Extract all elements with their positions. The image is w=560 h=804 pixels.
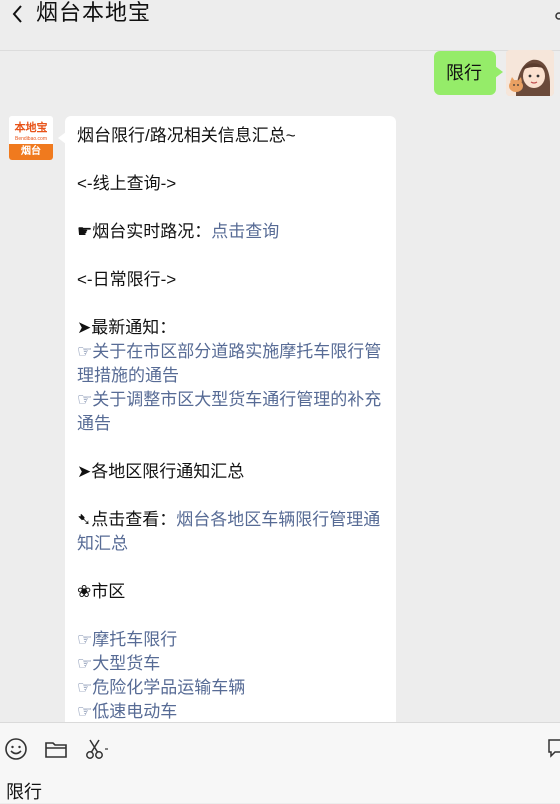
view-regions-line: ➷点击查看：烟台各地区车辆限行管理通知汇总 (77, 508, 389, 556)
view-regions-label: ➷点击查看： (77, 510, 177, 529)
realtime-traffic-link[interactable]: 点击查询 (211, 222, 279, 241)
chat-icon[interactable] (546, 736, 560, 762)
realtime-traffic-line: ☛烟台实时路况：点击查询 (77, 220, 389, 244)
emoji-icon[interactable] (3, 736, 29, 762)
chevron-left-icon[interactable] (8, 2, 28, 26)
item-link-low-speed-ev[interactable]: ☞低速电动车 (77, 700, 389, 724)
incoming-message-bubble: 烟台限行/路况相关信息汇总~ <-线上查询-> ☛烟台实时路况：点击查询 <-日… (58, 116, 396, 756)
item-link-motorcycle[interactable]: ☞摩托车限行 (77, 628, 389, 652)
logo-subtext: Bendibao.com (15, 136, 47, 142)
section-online-query: <-线上查询-> (77, 174, 177, 193)
outgoing-message-text: 限行 (446, 63, 482, 83)
outgoing-message-bubble[interactable]: 限行 (434, 51, 503, 95)
person-icon[interactable] (552, 10, 560, 24)
my-avatar[interactable] (506, 50, 554, 96)
logo-city: 烟台 (9, 144, 53, 160)
notice-link-truck[interactable]: ☞关于调整市区大型货车通行管理的补充通告 (77, 388, 389, 436)
folder-icon[interactable] (43, 736, 69, 762)
bendibao-logo: 本地宝 Bendibao.com (9, 116, 53, 144)
notice-link-motorcycle[interactable]: ☞关于在市区部分道路实施摩托车限行管理措施的通告 (77, 340, 389, 388)
scissors-icon[interactable] (83, 736, 109, 762)
chat-header: 烟台本地宝 (0, 0, 560, 51)
section-daily-restriction: <-日常限行-> (77, 270, 177, 289)
bottom-toolbar: 限行 (0, 722, 560, 803)
message-input[interactable]: 限行 (6, 780, 42, 804)
avatar-illustration (506, 50, 554, 96)
logo-text: 本地宝 (14, 122, 48, 134)
chat-title: 烟台本地宝 (36, 0, 152, 25)
realtime-traffic-label: ☛烟台实时路况： (77, 222, 212, 241)
city-heading: ❀市区 (77, 582, 126, 601)
regions-heading: ➤各地区限行通知汇总 (77, 462, 245, 481)
latest-notice-heading: ➤最新通知： (77, 318, 177, 337)
item-link-hazmat[interactable]: ☞危险化学品运输车辆 (77, 676, 389, 700)
message-title: 烟台限行/路况相关信息汇总~ (77, 126, 296, 145)
item-link-truck[interactable]: ☞大型货车 (77, 652, 389, 676)
incoming-message-content: 烟台限行/路况相关信息汇总~ <-线上查询-> ☛烟台实时路况：点击查询 <-日… (77, 124, 389, 724)
official-account-avatar[interactable]: 本地宝 Bendibao.com 烟台 (9, 116, 53, 160)
